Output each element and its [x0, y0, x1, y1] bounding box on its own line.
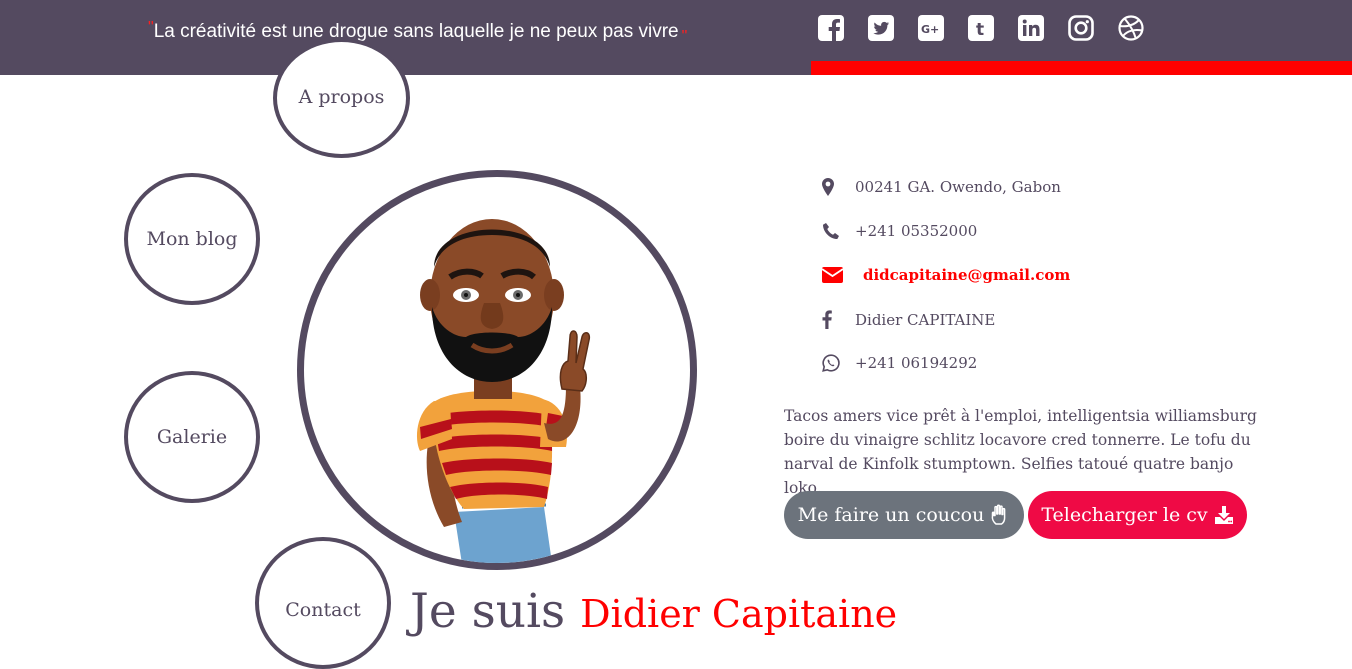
svg-text:t: t — [976, 20, 984, 40]
nav-contact-label: Contact — [285, 599, 361, 621]
dribbble-icon[interactable] — [1116, 13, 1146, 43]
header-quote: "La créativité est une drogue sans laque… — [148, 19, 688, 45]
contact-phone-text: +241 05352000 — [855, 222, 978, 240]
avatar-illustration — [416, 219, 591, 563]
contact-email-text[interactable]: didcapitaine@gmail.com — [863, 266, 1070, 284]
contact-facebook: Didier CAPITAINE — [822, 310, 995, 329]
wave-button-label: Me faire un coucou — [797, 504, 985, 526]
social-links: G+ t — [816, 13, 1146, 43]
bio-text: Tacos amers vice prêt à l'emploi, intell… — [784, 407, 1257, 497]
envelope-icon — [822, 267, 844, 283]
contact-facebook-text: Didier CAPITAINE — [855, 310, 996, 329]
facebook-f-icon — [822, 310, 844, 329]
twitter-icon[interactable] — [866, 13, 896, 43]
download-icon — [1214, 506, 1234, 524]
map-marker-icon — [822, 178, 844, 196]
quote-close-mark: " — [681, 28, 688, 45]
quote-text: La créativité est une drogue sans laquel… — [153, 21, 679, 42]
nav-blog[interactable]: Mon blog — [124, 173, 260, 305]
contact-whatsapp-text: +241 06194292 — [855, 354, 978, 372]
google-plus-icon[interactable]: G+ — [916, 13, 946, 43]
phone-icon — [822, 222, 844, 240]
contact-phone: +241 05352000 — [822, 222, 977, 240]
hero-prefix: Je suis — [410, 584, 566, 639]
quote-open-mark: " — [148, 19, 154, 36]
download-cv-label: Telecharger le cv — [1041, 504, 1208, 526]
contact-address-text: 00241 GA. Owendo, Gabon — [855, 178, 1061, 196]
contact-address: 00241 GA. Owendo, Gabon — [822, 178, 1061, 196]
nav-contact[interactable]: Contact — [255, 537, 391, 669]
tumblr-icon[interactable]: t — [966, 13, 996, 43]
hero-name: Didier Capitaine — [580, 592, 898, 636]
contact-whatsapp: +241 06194292 — [822, 354, 977, 372]
nav-galerie-label: Galerie — [156, 426, 228, 448]
instagram-icon[interactable] — [1066, 13, 1096, 43]
svg-text:G+: G+ — [921, 23, 939, 36]
nav-galerie[interactable]: Galerie — [124, 371, 260, 503]
contact-email[interactable]: didcapitaine@gmail.com — [822, 266, 1070, 284]
nav-apropos[interactable]: A propos — [273, 38, 410, 158]
facebook-icon[interactable] — [816, 13, 846, 43]
nav-blog-label: Mon blog — [146, 228, 238, 250]
download-cv-button[interactable]: Telecharger le cv — [1028, 491, 1247, 539]
nav-apropos-label: A propos — [298, 86, 385, 108]
profile-portrait — [297, 170, 697, 570]
linkedin-icon[interactable] — [1016, 13, 1046, 43]
whatsapp-icon — [822, 354, 844, 372]
hand-icon — [990, 504, 1010, 526]
header-accent-strip — [811, 61, 1352, 75]
wave-button[interactable]: Me faire un coucou — [784, 491, 1024, 539]
